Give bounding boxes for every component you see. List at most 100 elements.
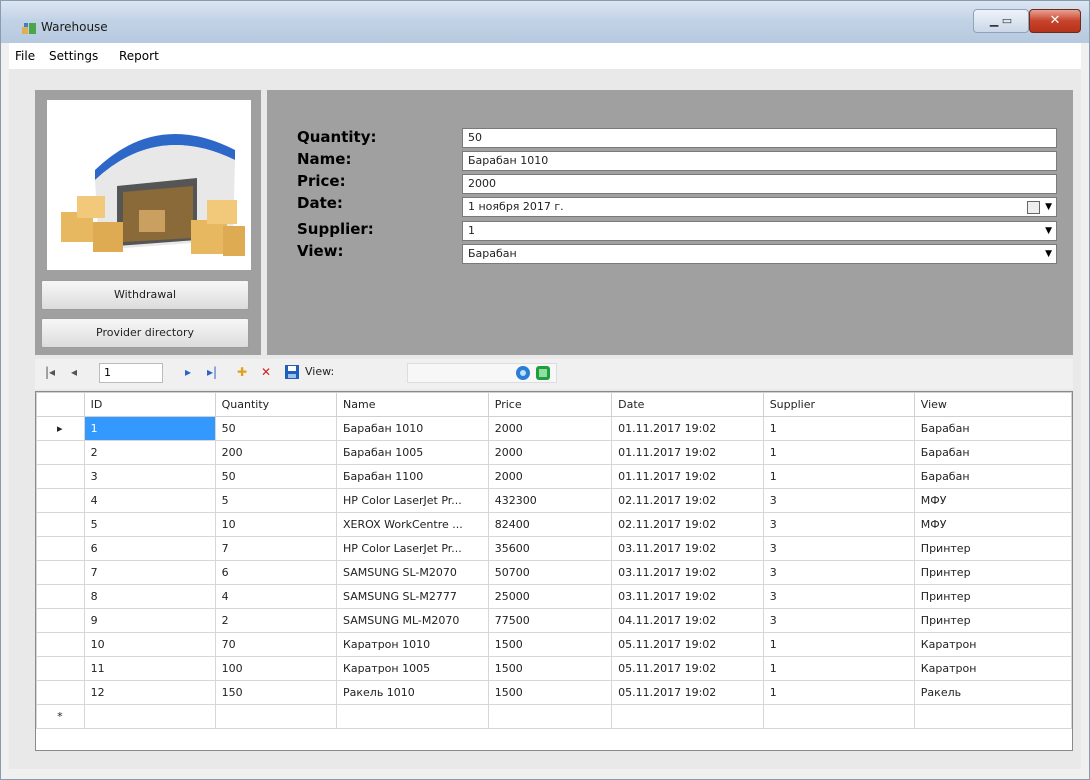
table-row[interactable]: 11 100 Каратрон 1005 1500 05.11.2017 19:02 1 К… — [36, 656, 1072, 681]
row-header[interactable] — [36, 536, 85, 561]
chevron-down-icon[interactable]: ▼ — [1045, 245, 1052, 263]
table-row[interactable]: 6 7 HP Color LaserJet Pr... 35600 03.11.2017… — [36, 536, 1072, 561]
table-cell[interactable]: 2 — [83, 440, 216, 465]
table-cell[interactable]: Принтер — [913, 536, 1072, 561]
calendar-icon[interactable] — [1027, 201, 1040, 214]
table-cell[interactable]: 01.11.2017 19:02 — [611, 416, 764, 441]
table-cell[interactable]: 1 — [762, 656, 915, 681]
table-cell[interactable]: 1 — [762, 464, 915, 489]
table-cell[interactable]: 200 — [214, 440, 338, 465]
table-cell[interactable]: 4 — [214, 584, 338, 609]
table-cell[interactable]: 12 — [83, 680, 216, 705]
table-cell[interactable]: 1 — [83, 416, 216, 441]
provider-directory-button[interactable]: Provider directory — [41, 318, 249, 348]
row-header[interactable] — [36, 608, 85, 633]
table-row[interactable]: 5 10 XEROX WorkCentre ... 82400 02.11.2017 1… — [36, 512, 1072, 537]
column-header-name[interactable]: Name — [336, 392, 489, 417]
quantity-field[interactable]: 50 — [462, 128, 1057, 148]
table-cell[interactable]: 77500 — [487, 608, 613, 633]
add-new-icon[interactable]: ✚ — [237, 365, 247, 379]
table-row[interactable]: 12 150 Ракель 1010 1500 05.11.2017 19:02 1 Рак… — [36, 680, 1072, 705]
price-field[interactable]: 2000 — [462, 174, 1057, 194]
column-header-price[interactable]: Price — [487, 392, 613, 417]
table-cell[interactable]: 02.11.2017 19:02 — [611, 512, 764, 537]
table-cell[interactable]: 50700 — [487, 560, 613, 585]
table-cell[interactable]: МФУ — [913, 488, 1072, 513]
position-input[interactable]: 1 — [99, 363, 163, 383]
table-cell[interactable]: Барабан — [913, 416, 1072, 441]
row-header[interactable] — [36, 440, 85, 465]
export-icon[interactable] — [535, 365, 551, 384]
table-cell[interactable]: Принтер — [913, 560, 1072, 585]
column-header-supplier[interactable]: Supplier — [762, 392, 915, 417]
table-cell[interactable]: 100 — [214, 656, 338, 681]
minimize-maximize-buttons[interactable]: ▁ ▭ — [973, 9, 1029, 33]
table-cell[interactable]: 3 — [762, 608, 915, 633]
table-cell[interactable]: 05.11.2017 19:02 — [611, 656, 764, 681]
row-header[interactable] — [36, 512, 85, 537]
table-row[interactable]: 4 5 HP Color LaserJet Pr... 432300 02.11.201… — [36, 488, 1072, 513]
table-cell[interactable]: Барабан — [913, 464, 1072, 489]
chevron-down-icon[interactable]: ▼ — [1045, 198, 1052, 216]
table-cell[interactable]: 25000 — [487, 584, 613, 609]
supplier-select[interactable]: 1 ▼ — [462, 221, 1057, 241]
table-cell[interactable]: 05.11.2017 19:02 — [611, 680, 764, 705]
table-cell[interactable]: Ракель 1010 — [336, 680, 489, 705]
table-cell[interactable]: Барабан — [913, 440, 1072, 465]
table-cell[interactable]: 01.11.2017 19:02 — [611, 440, 764, 465]
products-data-grid[interactable]: ID Quantity Name Price Date Supplier Vie… — [35, 391, 1073, 751]
table-cell[interactable]: Каратрон — [913, 656, 1072, 681]
table-cell[interactable]: 8 — [83, 584, 216, 609]
table-cell[interactable]: 2000 — [487, 440, 613, 465]
withdrawal-button[interactable]: Withdrawal — [41, 280, 249, 310]
table-cell[interactable]: Принтер — [913, 608, 1072, 633]
table-cell[interactable] — [83, 704, 216, 729]
table-cell[interactable]: 4 — [83, 488, 216, 513]
row-header[interactable] — [36, 488, 85, 513]
table-cell[interactable]: Каратрон 1010 — [336, 632, 489, 657]
table-cell[interactable]: 432300 — [487, 488, 613, 513]
table-cell[interactable]: 3 — [762, 560, 915, 585]
table-cell[interactable]: 11 — [83, 656, 216, 681]
close-button[interactable]: ✕ — [1029, 9, 1081, 33]
table-cell[interactable]: 50 — [214, 416, 338, 441]
table-cell[interactable]: XEROX WorkCentre ... — [336, 512, 489, 537]
row-header[interactable]: ▸ — [36, 416, 85, 441]
table-cell[interactable]: HP Color LaserJet Pr... — [336, 536, 489, 561]
table-cell[interactable]: 35600 — [487, 536, 613, 561]
table-row[interactable]: 10 70 Каратрон 1010 1500 05.11.2017 19:02 1 Ка… — [36, 632, 1072, 657]
menu-report[interactable]: Report — [119, 49, 159, 63]
table-cell[interactable] — [762, 704, 915, 729]
menu-settings[interactable]: Settings — [49, 49, 98, 63]
table-cell[interactable]: 1500 — [487, 632, 613, 657]
table-cell[interactable]: 03.11.2017 19:02 — [611, 584, 764, 609]
save-icon[interactable] — [285, 365, 299, 382]
table-cell[interactable]: 03.11.2017 19:02 — [611, 536, 764, 561]
table-row[interactable]: 8 4 SAMSUNG SL-M2777 25000 03.11.2017 19:02 3… — [36, 584, 1072, 609]
table-cell[interactable]: Барабан 1100 — [336, 464, 489, 489]
table-cell[interactable]: 3 — [83, 464, 216, 489]
table-cell[interactable]: Принтер — [913, 584, 1072, 609]
row-header[interactable] — [36, 656, 85, 681]
table-cell[interactable]: 50 — [214, 464, 338, 489]
chevron-down-icon[interactable]: ▼ — [1045, 222, 1052, 240]
move-last-icon[interactable]: ▸| — [207, 365, 217, 379]
table-cell[interactable]: 1500 — [487, 680, 613, 705]
table-cell[interactable]: 2 — [214, 608, 338, 633]
table-cell[interactable]: 10 — [83, 632, 216, 657]
table-cell[interactable]: 1 — [762, 440, 915, 465]
table-cell[interactable]: SAMSUNG SL-M2070 — [336, 560, 489, 585]
table-cell[interactable]: HP Color LaserJet Pr... — [336, 488, 489, 513]
table-cell[interactable]: 70 — [214, 632, 338, 657]
table-cell[interactable]: 3 — [762, 536, 915, 561]
move-previous-icon[interactable]: ◂ — [71, 365, 77, 379]
move-next-icon[interactable]: ▸ — [185, 365, 191, 379]
table-cell[interactable] — [214, 704, 338, 729]
table-cell[interactable]: Ракель — [913, 680, 1072, 705]
table-cell[interactable]: SAMSUNG ML-M2070 — [336, 608, 489, 633]
table-cell[interactable]: 3 — [762, 488, 915, 513]
new-row[interactable]: * — [36, 704, 1072, 729]
table-row[interactable]: 9 2 SAMSUNG ML-M2070 77500 04.11.2017 19:02 3… — [36, 608, 1072, 633]
table-cell[interactable]: 10 — [214, 512, 338, 537]
column-header-date[interactable]: Date — [611, 392, 764, 417]
